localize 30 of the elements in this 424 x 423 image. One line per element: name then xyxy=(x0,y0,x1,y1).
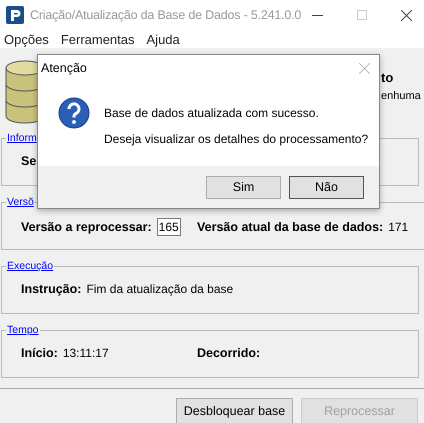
group-link[interactable]: Versõ xyxy=(6,196,35,208)
app-logo-icon xyxy=(6,6,24,24)
field-value: 171 xyxy=(388,220,408,234)
header-subtitle: enhuma xyxy=(381,90,421,102)
menu-item[interactable]: Opções xyxy=(4,32,49,46)
question-icon xyxy=(58,97,90,129)
field-value: Fim da atualização da base xyxy=(86,282,234,296)
dialog-title: Atenção xyxy=(41,61,87,75)
input-field[interactable]: 165 xyxy=(156,218,181,236)
unlock-button[interactable]: Desbloquear base xyxy=(176,398,293,423)
menu-item[interactable]: Ferramentas xyxy=(60,32,135,46)
yes-button[interactable]: Sim xyxy=(206,176,281,198)
field-label: Versão atual da base de dados: xyxy=(197,220,384,234)
group-link[interactable]: Execução xyxy=(6,260,54,272)
group-link[interactable]: Inform xyxy=(6,132,38,144)
field-label: Se xyxy=(21,154,36,168)
field-label: Início: xyxy=(21,346,58,360)
dialog-message: Deseja visualizar os detalhes do processamento? xyxy=(104,132,368,146)
field-value: 13:11:17 xyxy=(62,346,109,360)
menu-item[interactable]: Ajuda xyxy=(146,32,180,46)
no-button[interactable]: Não xyxy=(289,176,364,198)
header-title: to xyxy=(381,70,394,85)
field-label: Instrução: xyxy=(21,282,82,296)
minimize-icon[interactable] xyxy=(312,14,323,16)
group-link[interactable]: Tempo xyxy=(6,324,40,336)
field-label: Versão a reprocessar: xyxy=(21,220,152,234)
dialog-message: Base de dados atualizada com sucesso. xyxy=(104,106,320,120)
window-title: Criação/Atualização da Base de Dados - 5.241.0.0 xyxy=(30,8,302,22)
field-label: Decorrido: xyxy=(197,346,260,360)
close-icon[interactable] xyxy=(401,10,412,20)
